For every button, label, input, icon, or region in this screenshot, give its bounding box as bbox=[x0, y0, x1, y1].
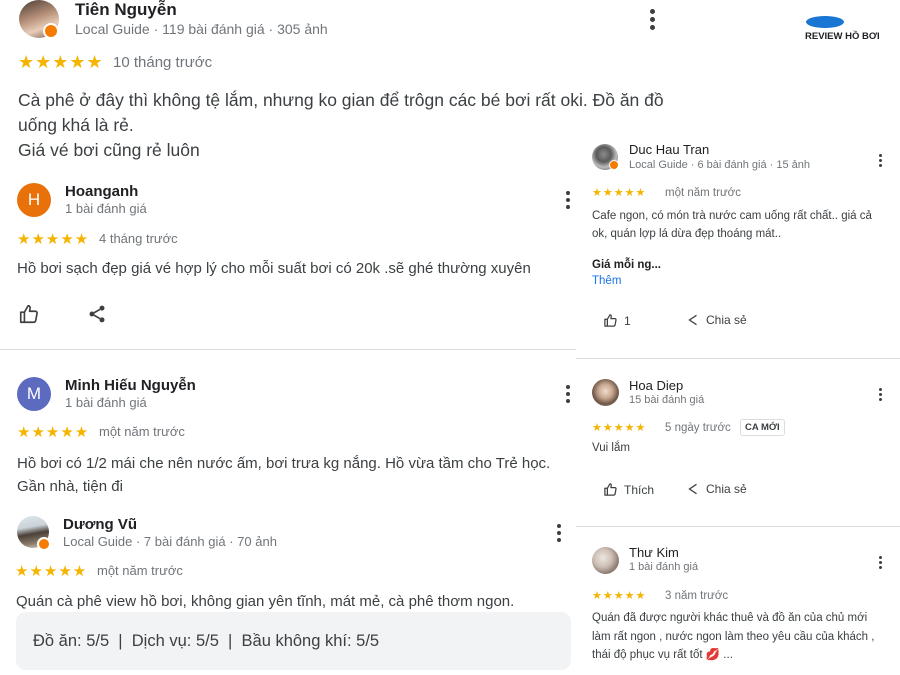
reviewer-name[interactable]: Duc Hau Tran bbox=[629, 142, 709, 157]
review-text: Cà phê ở đây thì không tệ lắm, nhưng ko … bbox=[18, 90, 664, 160]
review-text: Hồ bơi sạch đẹp giá vé hợp lý cho mỗi su… bbox=[17, 260, 531, 277]
like-button[interactable] bbox=[18, 303, 40, 325]
review-text: Quán cà phê view hồ bơi, không gian yên … bbox=[16, 593, 515, 610]
ratings-summary: Đồ ăn: 5/5 | Dịch vụ: 5/5 | Bầu không kh… bbox=[16, 612, 571, 670]
reviewer-meta: 1 bài đánh giá bbox=[629, 561, 699, 573]
avatar[interactable]: H bbox=[17, 183, 51, 217]
review-time: 4 tháng trước bbox=[99, 231, 178, 246]
reviewer-name[interactable]: Hoanganh bbox=[65, 183, 138, 200]
review-time: một năm trước bbox=[665, 187, 741, 199]
share-icon bbox=[89, 305, 105, 323]
star-rating: ★★★★★ bbox=[592, 422, 647, 434]
review-card: Duc Hau Tran Local Guide · 6 bài đánh gi… bbox=[576, 127, 900, 358]
review-text: Vui lắm bbox=[592, 442, 630, 454]
avatar[interactable]: M bbox=[17, 377, 51, 411]
pool-logo-icon bbox=[806, 16, 844, 28]
share-label: Chia sẻ bbox=[706, 482, 747, 496]
review-time: một năm trước bbox=[97, 563, 183, 578]
reviewer-meta: Local Guide · 119 bài đánh giá · 305 ảnh bbox=[75, 21, 328, 37]
reviewer-meta: Local Guide · 6 bài đánh giá · 15 ảnh bbox=[629, 159, 811, 171]
local-guide-badge-icon bbox=[43, 23, 59, 39]
share-button[interactable]: Chia sẻ bbox=[686, 313, 747, 327]
share-button[interactable]: Chia sẻ bbox=[686, 482, 747, 496]
share-label: Chia sẻ bbox=[706, 313, 747, 327]
share-icon bbox=[688, 314, 697, 326]
star-rating: ★★★★★ bbox=[592, 590, 647, 602]
logo-text: REVIEW HỒ BƠI bbox=[805, 31, 880, 42]
star-rating: ★★★★★ bbox=[17, 424, 90, 441]
star-rating: ★★★★★ bbox=[592, 187, 647, 199]
share-button[interactable] bbox=[87, 304, 109, 326]
reviewer-name[interactable]: Tiên Nguyễn bbox=[75, 0, 177, 20]
ratings-text: Đồ ăn: 5/5 | Dịch vụ: 5/5 | Bầu không kh… bbox=[33, 632, 380, 650]
reviewer-meta: 1 bài đánh giá bbox=[65, 395, 147, 410]
like-button[interactable]: 1 bbox=[603, 313, 631, 328]
review-time: một năm trước bbox=[99, 424, 185, 439]
more-options-icon[interactable] bbox=[558, 385, 578, 403]
more-options-icon[interactable] bbox=[558, 191, 578, 209]
like-count: 1 bbox=[624, 313, 631, 328]
star-rating: ★★★★★ bbox=[18, 52, 104, 72]
local-guide-badge-icon bbox=[609, 160, 619, 170]
reviewer-name[interactable]: Thư Kim bbox=[629, 545, 679, 560]
review-time: 10 tháng trước bbox=[113, 54, 213, 71]
thumbs-up-icon bbox=[604, 483, 617, 496]
thumbs-up-icon bbox=[19, 304, 38, 324]
divider bbox=[0, 349, 576, 350]
review-card: Hoa Diep 15 bài đánh giá ★★★★★ 5 ngày tr… bbox=[576, 359, 900, 526]
review-text: Cafe ngon, có món trà nước cam uống rất … bbox=[592, 210, 872, 240]
new-badge: CA MỚI bbox=[740, 419, 785, 436]
star-rating: ★★★★★ bbox=[17, 231, 90, 248]
review-text: Quán đã được người khác thuê và đồ ăn củ… bbox=[592, 612, 875, 661]
attribute-heading: Giá mỗi ng... bbox=[592, 259, 662, 271]
more-options-icon[interactable] bbox=[874, 154, 886, 167]
reviewer-name[interactable]: Hoa Diep bbox=[629, 378, 683, 393]
more-link[interactable]: Thêm bbox=[592, 275, 621, 287]
reviewer-meta: 15 bài đánh giá bbox=[629, 394, 705, 406]
reviewer-name[interactable]: Minh Hiếu Nguyễn bbox=[65, 377, 196, 394]
more-options-icon[interactable] bbox=[642, 9, 662, 30]
review-text: Hồ bơi có 1/2 mái che nên nước ấm, bơi t… bbox=[17, 455, 551, 495]
reviewer-meta: 1 bài đánh giá bbox=[65, 201, 147, 216]
more-options-icon[interactable] bbox=[549, 524, 569, 542]
review-card: Thư Kim 1 bài đánh giá ★★★★★ 3 năm trước… bbox=[576, 527, 900, 675]
reviewer-name[interactable]: Dương Vũ bbox=[63, 516, 137, 533]
avatar[interactable] bbox=[592, 547, 619, 574]
thumbs-up-icon bbox=[604, 314, 617, 327]
review-time: 3 năm trước bbox=[665, 590, 729, 602]
like-button[interactable]: Thích bbox=[603, 482, 654, 497]
local-guide-badge-icon bbox=[37, 537, 51, 551]
review-time: 5 ngày trước bbox=[665, 422, 731, 434]
share-icon bbox=[688, 483, 697, 495]
more-options-icon[interactable] bbox=[874, 388, 886, 401]
like-label: Thích bbox=[624, 482, 655, 497]
reviewer-meta: Local Guide · 7 bài đánh giá · 70 ảnh bbox=[63, 534, 277, 549]
avatar[interactable] bbox=[592, 379, 619, 406]
star-rating: ★★★★★ bbox=[15, 563, 88, 580]
more-options-icon[interactable] bbox=[874, 556, 886, 569]
